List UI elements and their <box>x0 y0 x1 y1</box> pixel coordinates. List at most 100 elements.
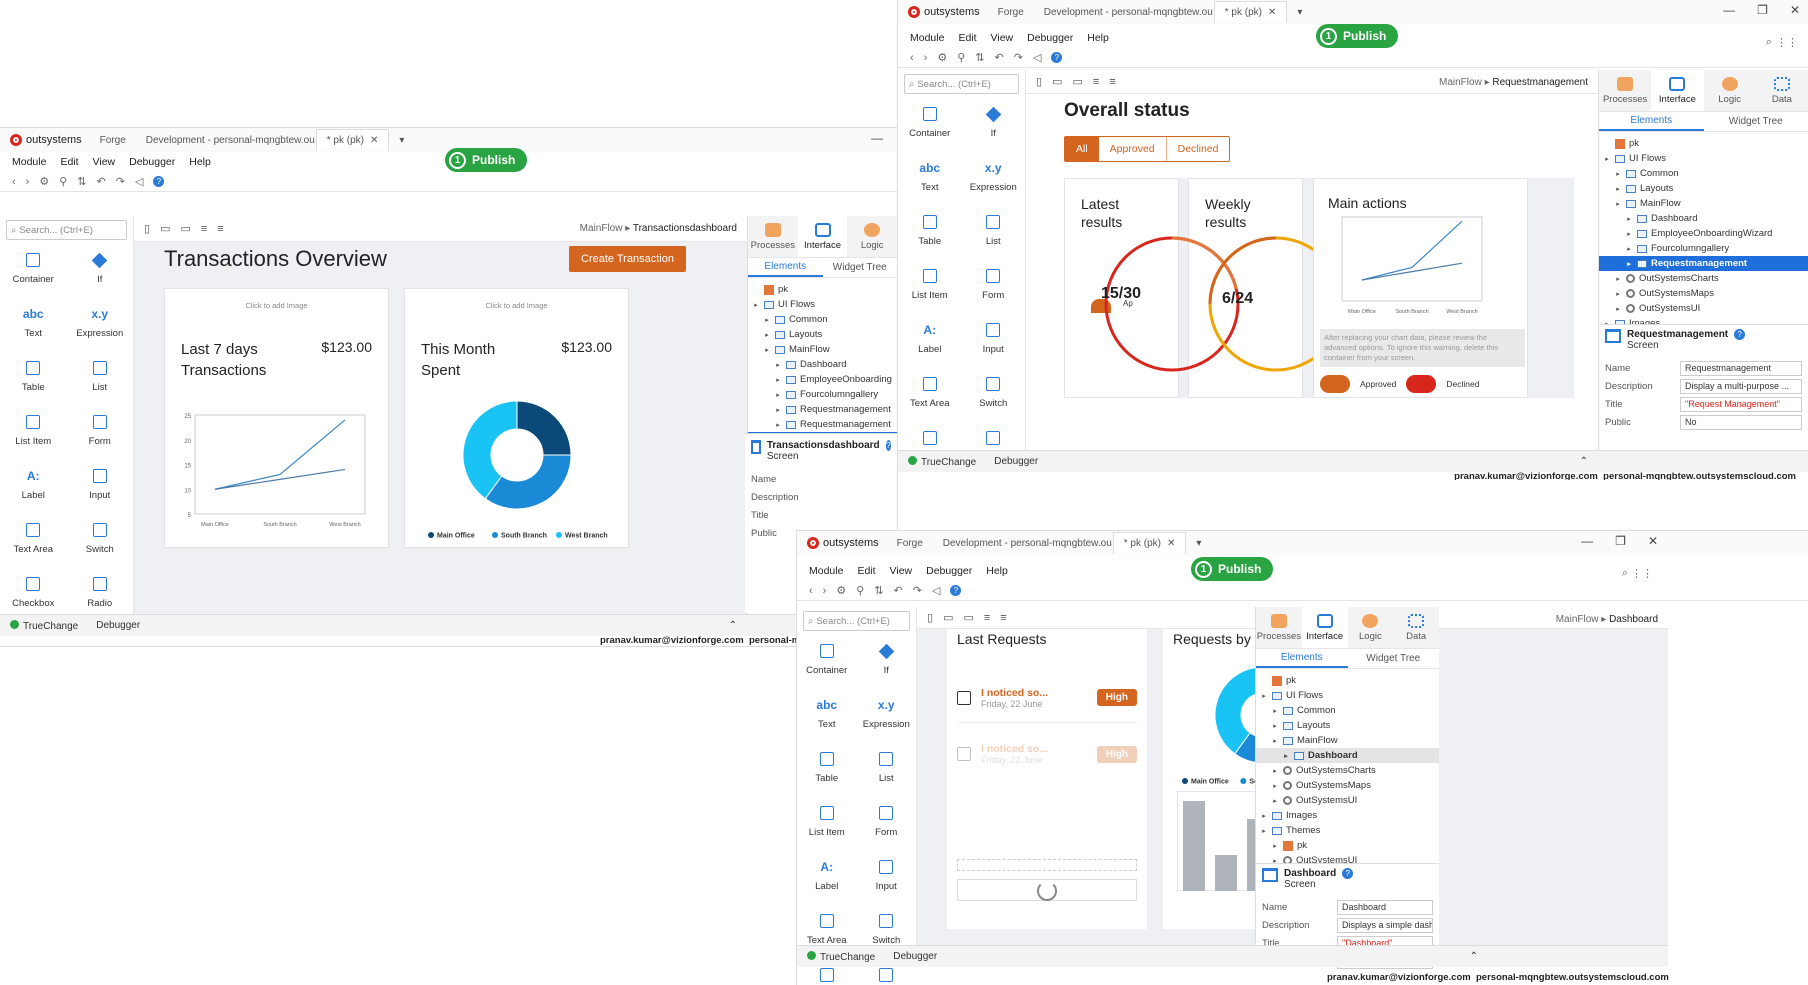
compare-icon[interactable]: ⇅ <box>77 175 86 188</box>
chevron-down-icon[interactable]: ▾ <box>1297 7 1302 18</box>
restore-icon[interactable]: ❐ <box>1757 3 1768 17</box>
expand-icon[interactable]: ▸ <box>774 376 782 384</box>
pin-icon[interactable]: ⚲ <box>957 51 965 64</box>
truechange-tab[interactable]: TrueChange <box>807 950 875 963</box>
tab-forge[interactable]: Forge <box>988 7 1034 18</box>
filter-approved[interactable]: Approved <box>1099 137 1167 161</box>
phone-icon[interactable]: ▯ <box>1036 75 1042 88</box>
tree-node[interactable]: ▸ EmployeeOnboarding <box>748 372 897 387</box>
tree-node[interactable]: ▸ Images <box>1599 316 1808 324</box>
expand-icon[interactable]: ▸ <box>774 361 782 369</box>
phone-icon[interactable]: ▯ <box>927 611 933 624</box>
feedback-icon[interactable]: ◁ <box>1033 51 1041 64</box>
widget-list-item[interactable]: List Item <box>797 803 857 851</box>
debugger-tab[interactable]: Debugger <box>893 951 937 962</box>
redo-icon[interactable]: ↷ <box>913 584 922 597</box>
tab-logic[interactable]: Logic <box>1347 607 1394 648</box>
widget-list-item[interactable]: List Item <box>898 266 962 314</box>
screen-canvas[interactable]: ▯ ▭ ▭ ≡ ≡ MainFlow ▸ Requestmanagement Over… <box>1026 70 1598 454</box>
back-icon[interactable]: ‹ <box>910 52 914 64</box>
widget-label[interactable]: A: Label <box>797 857 857 905</box>
tree-node[interactable]: ▸ Common <box>1256 703 1439 718</box>
tree-node[interactable]: ▸ OutSystemsCharts <box>1599 271 1808 286</box>
menu-help[interactable]: Help <box>1087 32 1109 44</box>
tree-node[interactable]: ▸ Layouts <box>1256 718 1439 733</box>
align-center-icon[interactable]: ≡ <box>217 223 223 235</box>
search-input[interactable]: ⌕ Search... (Ctrl+E) <box>803 611 910 631</box>
tab-data[interactable]: Data <box>1393 607 1439 648</box>
menu-view[interactable]: View <box>93 156 116 168</box>
tab-forge[interactable]: Forge <box>887 538 933 549</box>
prop-value-input[interactable]: Displays a simple dashl ... <box>1337 917 1433 933</box>
menu-help[interactable]: Help <box>189 156 211 168</box>
tree-node[interactable]: ▸ OutSystemsMaps <box>1599 286 1808 301</box>
tree-node[interactable]: ▸ Fourcolumngallery <box>1599 241 1808 256</box>
publish-button[interactable]: 1 Publish <box>1191 557 1274 581</box>
expand-icon[interactable]: ▸ <box>763 346 771 354</box>
menu-edit[interactable]: Edit <box>958 32 976 44</box>
tree-node[interactable]: ▸ OutSystemsUI <box>1599 301 1808 316</box>
help-icon[interactable]: ? <box>950 585 962 596</box>
tab-logic[interactable]: Logic <box>1703 70 1756 111</box>
tree-node[interactable]: ▸ UI Flows <box>748 297 897 312</box>
breadcrumb-root[interactable]: MainFlow <box>580 223 623 234</box>
tab-interface[interactable]: Interface <box>1301 607 1348 648</box>
expand-icon[interactable]: ▸ <box>774 406 782 414</box>
widget-label[interactable]: A: Label <box>898 320 962 368</box>
settings-icon[interactable]: ⚙ <box>39 175 49 188</box>
tree-node[interactable]: pk <box>748 282 897 297</box>
checkbox-icon[interactable] <box>957 690 971 705</box>
settings-icon[interactable]: ⚙ <box>836 584 846 597</box>
truechange-tab[interactable]: TrueChange <box>10 619 78 632</box>
debugger-tab[interactable]: Debugger <box>96 620 140 631</box>
request-item[interactable]: I noticed so... Friday, 22 June High <box>957 673 1137 723</box>
phone-icon[interactable]: ▯ <box>144 222 150 235</box>
tab-forge[interactable]: Forge <box>90 135 136 146</box>
expand-icon[interactable]: ▸ <box>1260 692 1268 700</box>
help-icon[interactable]: ? <box>885 440 891 451</box>
tree-node[interactable]: ▸ Dashboard <box>1256 748 1439 763</box>
tree-node[interactable]: ▸ OutSystemsMaps <box>1256 778 1439 793</box>
widget-checkbox[interactable]: Checkbox <box>797 965 857 985</box>
tree-node[interactable]: ▸ Fourcolumngallery <box>748 387 897 402</box>
search-input[interactable]: ⌕ Search... (Ctrl+E) <box>904 74 1019 94</box>
widget-if[interactable]: If <box>962 104 1026 152</box>
tree-node[interactable]: ▸ EmployeeOnboardingWizard <box>1599 226 1808 241</box>
close-icon[interactable]: ✕ <box>1268 2 1276 23</box>
desktop-icon[interactable]: ▭ <box>963 611 973 624</box>
expand-icon[interactable]: ▸ <box>1271 722 1279 730</box>
tab-pk[interactable]: * pk (pk) ✕ <box>1213 1 1288 23</box>
expand-icon[interactable]: ▸ <box>1271 842 1279 850</box>
widget-switch[interactable]: Switch <box>962 374 1026 422</box>
menu-debugger[interactable]: Debugger <box>1027 32 1073 44</box>
tree-node[interactable]: ▸ Common <box>1599 166 1808 181</box>
publish-button[interactable]: 1 Publish <box>1316 24 1399 48</box>
widget-list[interactable]: List <box>857 749 917 797</box>
back-icon[interactable]: ‹ <box>809 585 813 597</box>
widget-text[interactable]: abc Text <box>797 695 857 743</box>
breadcrumb-root[interactable]: MainFlow <box>1439 77 1482 88</box>
menu-module[interactable]: Module <box>12 156 46 168</box>
tree-node[interactable]: ▸ Common <box>748 312 897 327</box>
tree-node[interactable]: ▸ Requestmanagement <box>748 417 897 432</box>
expand-icon[interactable]: ▸ <box>774 391 782 399</box>
search-input[interactable]: ⌕ Search... (Ctrl+E) <box>6 220 127 240</box>
tree-node[interactable]: ▸ Themes <box>1256 823 1439 838</box>
widget-form[interactable]: Form <box>857 803 917 851</box>
widget-container[interactable]: Container <box>797 641 857 689</box>
tab-pk[interactable]: * pk (pk) ✕ <box>1112 532 1187 554</box>
tab-interface[interactable]: Interface <box>797 216 848 257</box>
widget-text[interactable]: abc Text <box>898 158 962 206</box>
tree-node[interactable]: pk <box>1599 136 1808 151</box>
tab-development[interactable]: Development - personal-mqngbtew.ou <box>136 135 316 146</box>
help-icon[interactable]: ? <box>1734 329 1746 340</box>
align-left-icon[interactable]: ≡ <box>201 223 207 235</box>
tablet-icon[interactable]: ▭ <box>160 222 170 235</box>
apps-grid-icon[interactable]: ⋮⋮ <box>1776 36 1798 49</box>
widget-input[interactable]: Input <box>962 320 1026 368</box>
tab-processes[interactable]: Processes <box>1599 70 1652 111</box>
widget-list[interactable]: List <box>962 212 1026 260</box>
align-center-icon[interactable]: ≡ <box>1000 612 1006 624</box>
widget-form[interactable]: Form <box>67 412 134 460</box>
widget-input[interactable]: Input <box>857 857 917 905</box>
